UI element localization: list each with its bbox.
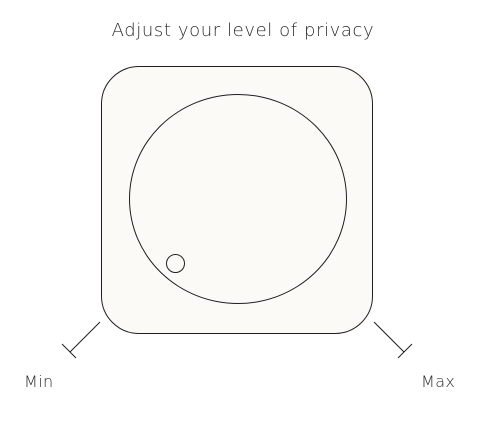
page-title: Adjust your level of privacy — [111, 20, 375, 41]
min-tick — [61, 321, 101, 359]
max-tick — [373, 321, 413, 359]
dial-indicator-dot[interactable] — [166, 254, 185, 273]
min-label: Min — [24, 372, 54, 391]
privacy-dial-knob[interactable] — [129, 94, 347, 304]
max-label: Max — [421, 372, 456, 391]
